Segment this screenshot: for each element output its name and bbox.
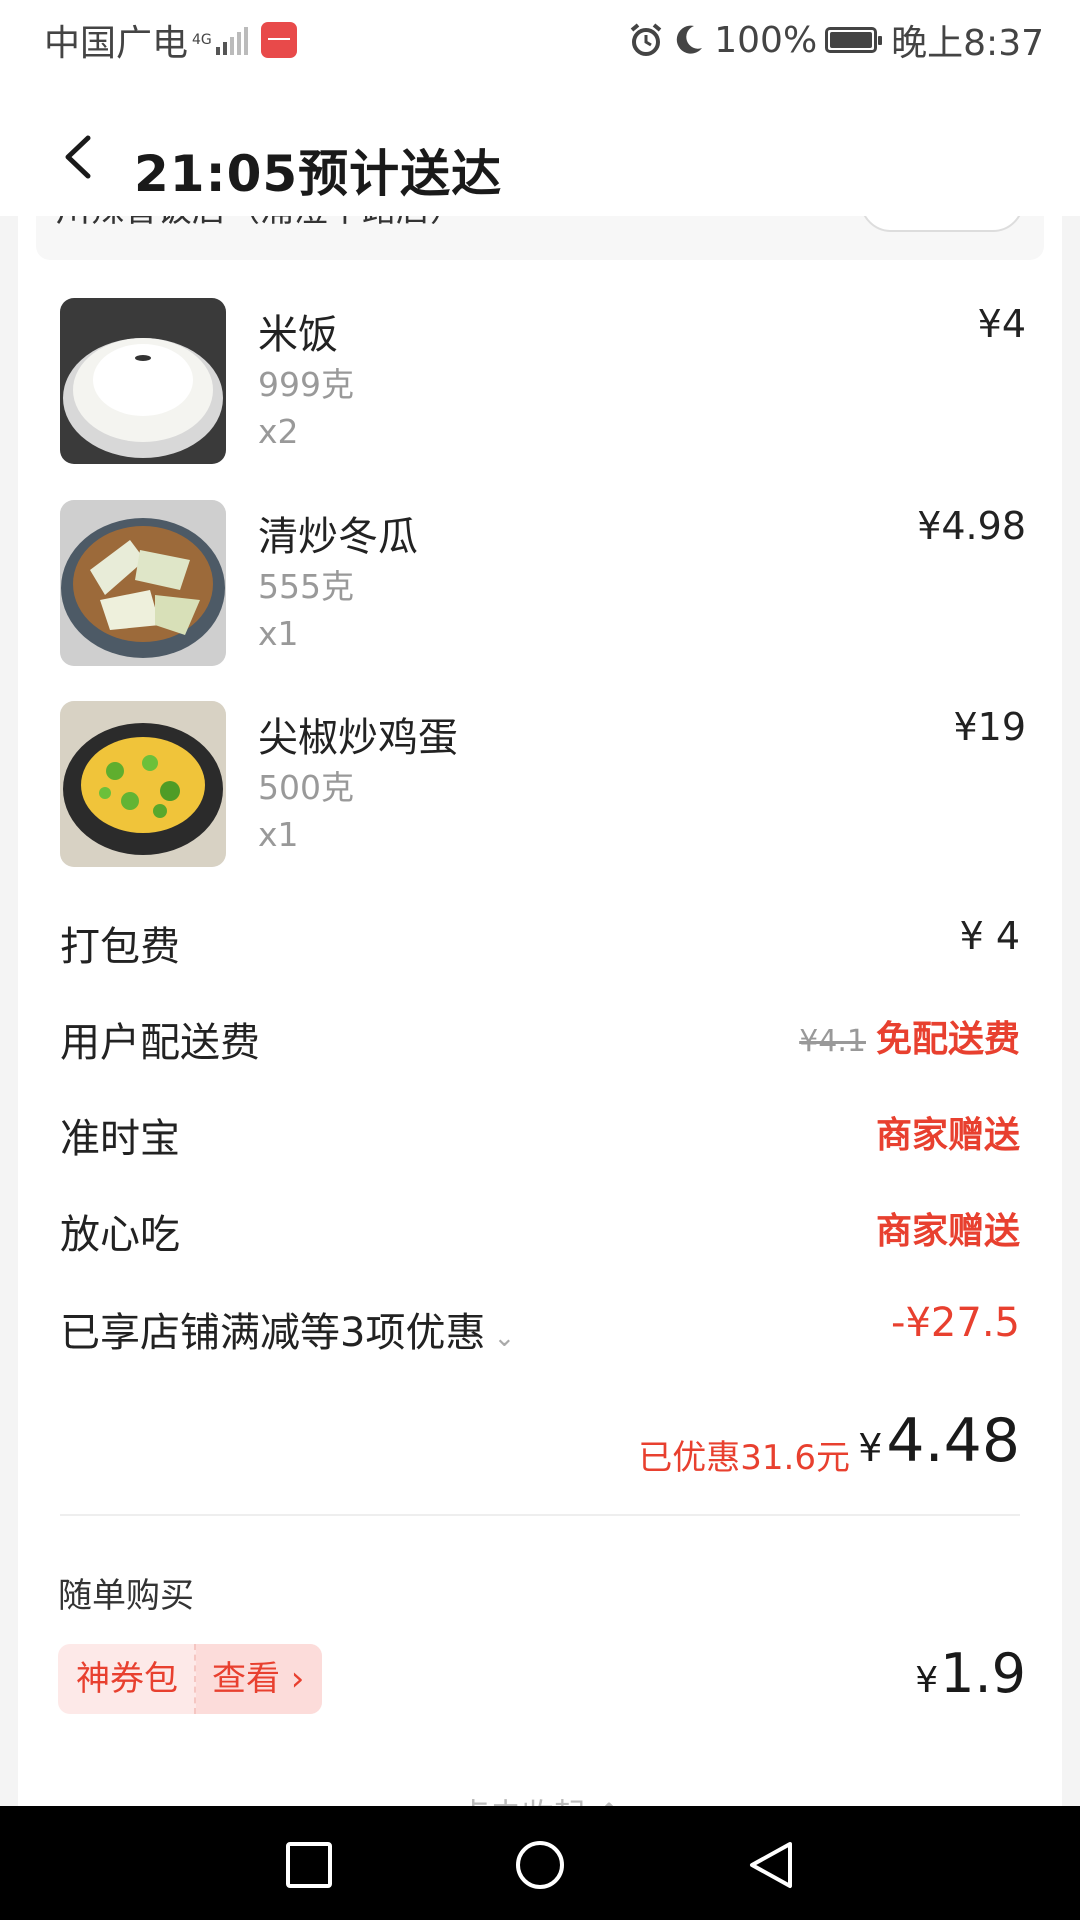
- packing-fee-row: 打包费 ¥ 4: [60, 914, 1020, 974]
- safe-eat-value: 商家赠送: [875, 1211, 1020, 1252]
- food-quantity: x1: [258, 815, 299, 854]
- original-delivery-fee: ¥4.1: [799, 1024, 866, 1059]
- food-price: ¥19: [953, 705, 1026, 749]
- food-image-pepper-egg: [60, 701, 226, 867]
- signal-icon: [215, 25, 251, 55]
- saved-amount: 已优惠31.6元: [638, 1438, 850, 1478]
- food-quantity: x2: [258, 412, 299, 451]
- discount-label[interactable]: 已享店铺满减等3项优惠 ⌄: [60, 1300, 515, 1358]
- home-icon[interactable]: [513, 1838, 567, 1892]
- divider: [60, 1514, 1020, 1516]
- list-item[interactable]: 尖椒炒鸡蛋 500克 x1 ¥19: [18, 701, 1062, 871]
- moon-icon: [677, 25, 703, 54]
- list-item[interactable]: 清炒冬瓜 555克 x1 ¥4.98: [18, 500, 1062, 670]
- clock: 晚上8:37: [891, 23, 1044, 64]
- safe-eat-row: 放心吃 商家赠送: [60, 1202, 1020, 1262]
- food-image-rice: [60, 298, 226, 464]
- currency-symbol: ¥: [858, 1426, 883, 1470]
- food-name: 米饭: [258, 312, 338, 358]
- food-name: 清炒冬瓜: [258, 514, 418, 560]
- discount-value: -¥27.5: [891, 1300, 1020, 1346]
- delivery-fee-row: 用户配送费 ¥4.1 免配送费: [60, 1010, 1020, 1070]
- free-delivery-badge: 免配送费: [875, 1019, 1020, 1060]
- coupon-pack-chip[interactable]: 神券包 查看 ›: [58, 1644, 323, 1714]
- food-price: ¥4: [977, 302, 1026, 346]
- alarm-icon: [630, 23, 662, 56]
- ontime-label: 准时宝: [60, 1116, 180, 1162]
- coupon-pack-label: 神券包: [58, 1644, 196, 1714]
- favorite-button[interactable]: ☆ 收藏: [860, 216, 1024, 232]
- status-left: 中国广电 4G: [44, 14, 297, 66]
- safe-eat-label: 放心吃: [60, 1212, 180, 1258]
- packing-fee-label: 打包费: [60, 924, 180, 970]
- status-bar: 中国广电 4G 100% 晚上8:37: [0, 0, 1080, 76]
- carrier-label: 中国广电: [44, 23, 189, 64]
- chevron-down-icon: ⌄: [493, 1323, 516, 1353]
- delivery-fee-label: 用户配送费: [60, 1020, 260, 1066]
- food-image-winter-melon: [60, 500, 226, 666]
- delivery-fee-value: ¥4.1 免配送费: [799, 1010, 1020, 1062]
- store-name-link[interactable]: 川辣香饭店（浦澄中路店）: [56, 216, 464, 231]
- recent-apps-icon[interactable]: [282, 1838, 336, 1892]
- favorite-label: 收藏: [926, 216, 990, 222]
- battery-icon: [825, 27, 883, 53]
- page-title: 21:05预计送达: [134, 145, 503, 203]
- food-quantity: x1: [258, 614, 299, 653]
- food-price: ¥4.98: [917, 504, 1026, 548]
- food-spec: 999克: [258, 365, 354, 404]
- store-strip: 川辣香饭店（浦澄中路店） ☆ 收藏: [36, 216, 1044, 260]
- status-right: 100% 晚上8:37: [628, 14, 1044, 66]
- collapse-button[interactable]: 点击收起 ⌃: [18, 1790, 1062, 1806]
- chevron-left-icon[interactable]: [58, 132, 98, 182]
- star-icon: ☆: [894, 216, 921, 217]
- back-triangle-icon[interactable]: [744, 1838, 798, 1892]
- view-coupon-button[interactable]: 查看 ›: [196, 1644, 323, 1714]
- order-header: 21:05预计送达: [0, 76, 1080, 216]
- ontime-row: 准时宝 商家赠送: [60, 1106, 1020, 1166]
- order-card: 川辣香饭店（浦澄中路店） ☆ 收藏 米饭 999克 x2 ¥4: [18, 216, 1062, 1806]
- ontime-value: 商家赠送: [875, 1115, 1020, 1156]
- battery-percent: 100%: [714, 19, 818, 61]
- packing-fee-value: ¥ 4: [959, 914, 1020, 958]
- order-total-row: 已优惠31.6元 ¥4.48: [60, 1406, 1020, 1486]
- addon-section-title: 随单购买: [58, 1576, 194, 1616]
- food-spec: 555克: [258, 567, 354, 606]
- food-name: 尖椒炒鸡蛋: [258, 715, 458, 761]
- list-item[interactable]: 米饭 999克 x2 ¥4: [18, 298, 1062, 468]
- food-spec: 500克: [258, 768, 354, 807]
- app-notification-icon: [260, 22, 297, 58]
- addon-price: ¥1.9: [915, 1642, 1026, 1705]
- discount-row[interactable]: 已享店铺满减等3项优惠 ⌄ -¥27.5: [60, 1300, 1020, 1360]
- total-amount: ¥4.48: [858, 1406, 1020, 1476]
- network-type-label: 4G: [192, 32, 212, 48]
- system-nav-bar: [0, 1806, 1080, 1920]
